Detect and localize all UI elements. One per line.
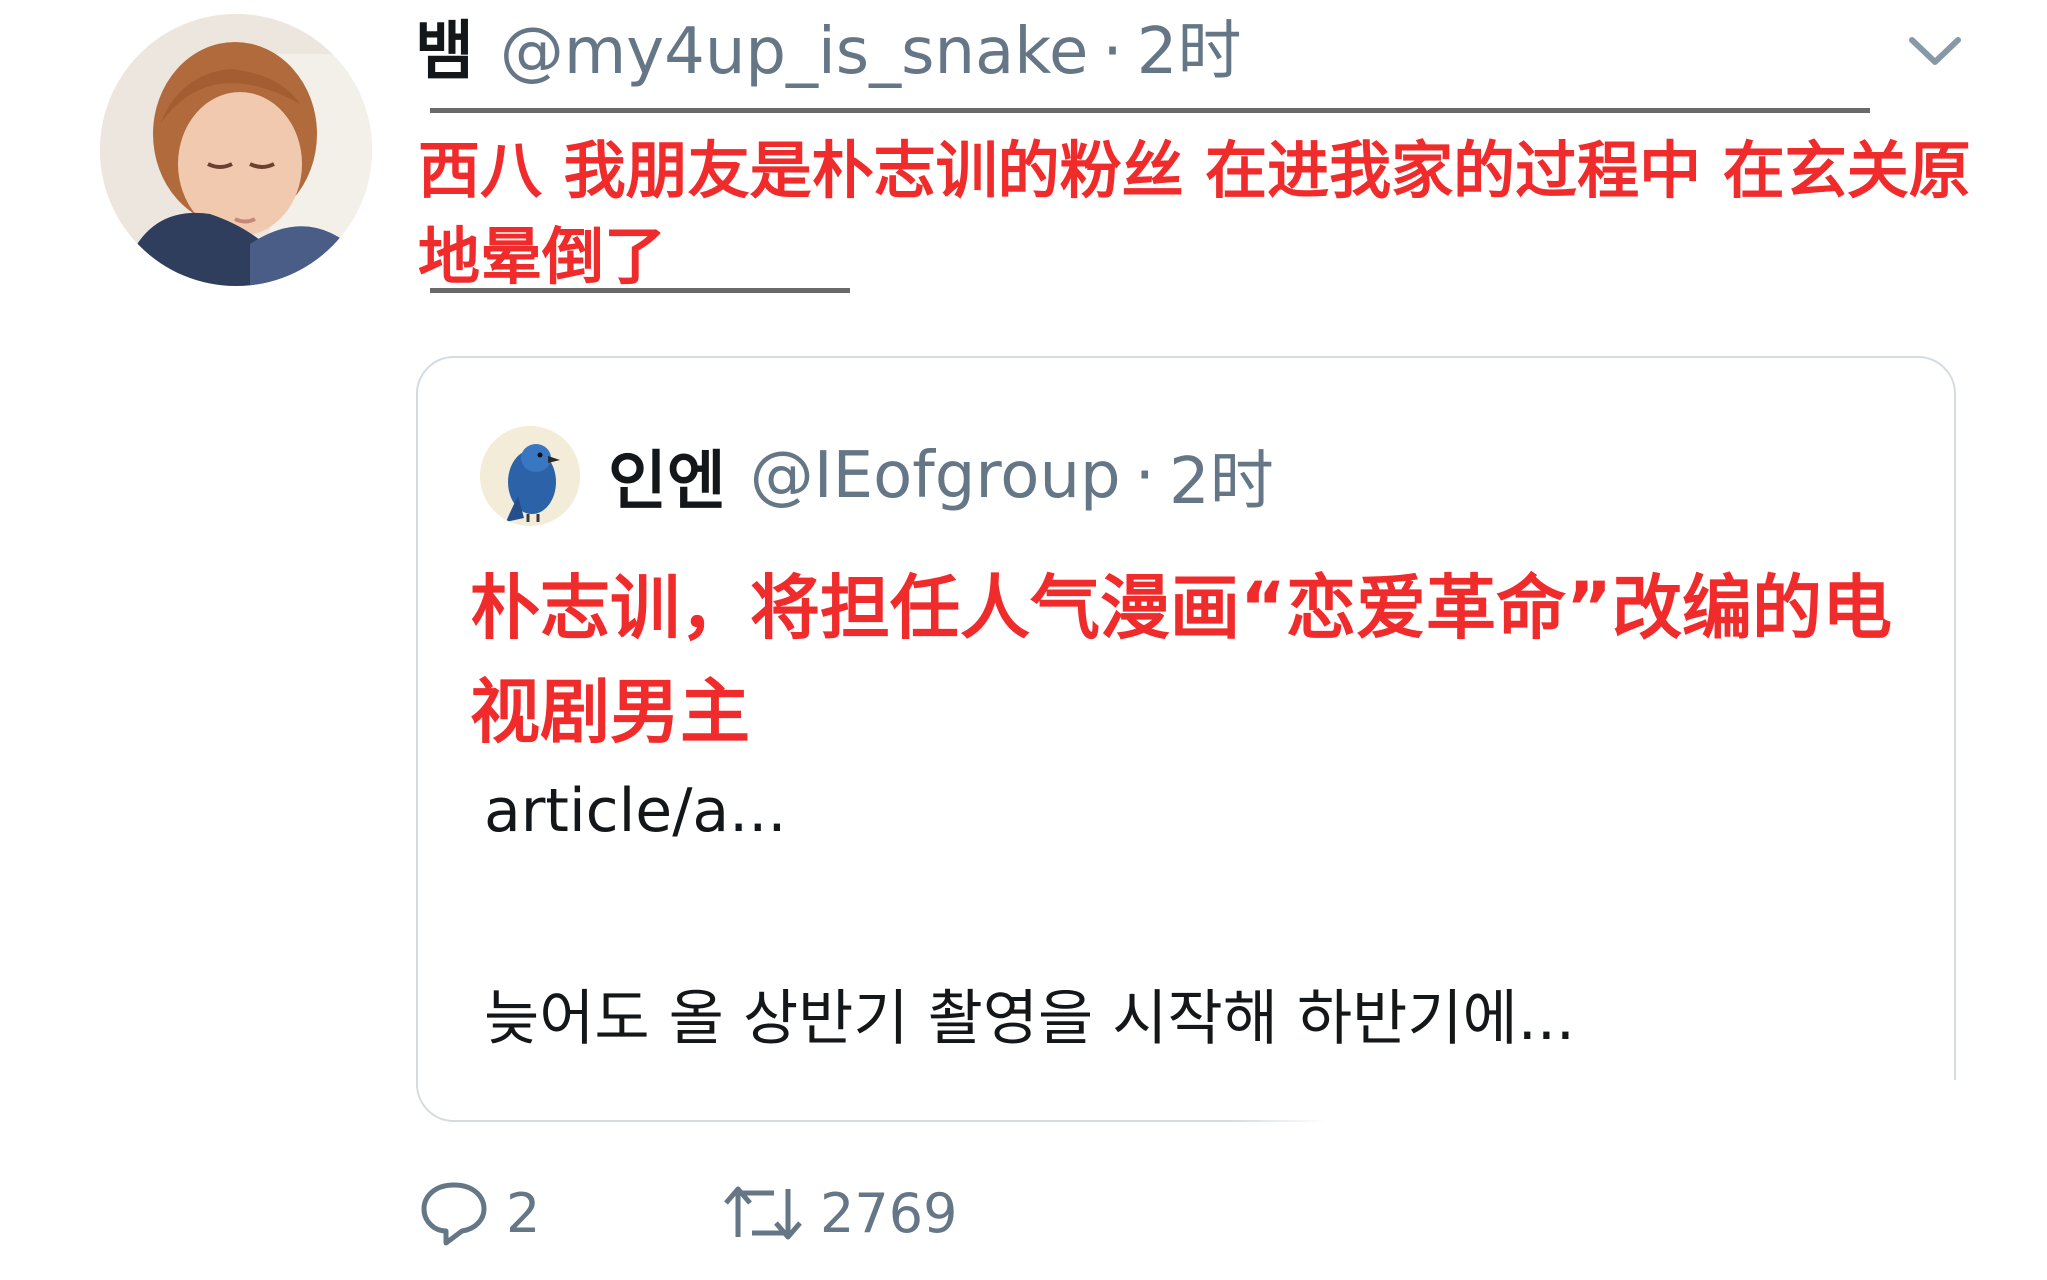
tweet-timestamp[interactable]: 2时 — [1137, 2, 1242, 102]
retweet-icon — [724, 1186, 802, 1240]
covered-text-line — [430, 108, 1870, 113]
tweet-menu-button[interactable] — [1900, 16, 1970, 86]
retweet-button[interactable]: 2769 — [720, 1168, 957, 1258]
quoted-tweet-timestamp[interactable]: 2时 — [1169, 430, 1274, 522]
quoted-author-avatar[interactable] — [480, 426, 580, 526]
author-avatar[interactable] — [100, 14, 372, 286]
tweet-action-bar: 2 2769 — [416, 1168, 1976, 1258]
retweet-count: 2769 — [820, 1181, 958, 1245]
quoted-author-handle[interactable]: @IEofgroup — [750, 439, 1121, 513]
quoted-tweet-text: 늦어도 올 상반기 촬영을 시작해 하반기에... — [484, 984, 1575, 1054]
quoted-tweet-card[interactable]: 인엔 @IEofgroup · 2时 朴志训，将担任人气漫画“恋爱革命”改编的电… — [416, 356, 1956, 1122]
meta-separator: · — [1102, 15, 1123, 89]
quoted-tweet-header: 인엔 @IEofgroup · 2时 — [608, 422, 1274, 530]
reply-button[interactable]: 2 — [416, 1168, 540, 1258]
quoted-article-link[interactable]: article/a... — [484, 776, 786, 846]
overlay-caption: 西八 我朋友是朴志训的粉丝 在进我家的过程中 在玄关原地晕倒了 — [418, 134, 1971, 293]
quoted-overlay-caption: 朴志训，将担任人气漫画“恋爱革命”改编的电视剧男主 — [470, 567, 1893, 753]
chevron-down-icon — [1909, 37, 1961, 65]
profile-photo-icon — [100, 14, 372, 286]
author-display-name[interactable]: 뱀 — [415, 2, 474, 102]
tweet-header: 뱀 @my4up_is_snake · 2时 — [415, 2, 1241, 102]
quoted-meta-separator: · — [1134, 439, 1155, 513]
quoted-author-display-name[interactable]: 인엔 — [608, 430, 726, 522]
author-handle[interactable]: @my4up_is_snake — [500, 2, 1089, 102]
reply-icon — [421, 1182, 487, 1246]
reply-count: 2 — [506, 1181, 541, 1245]
blue-bird-avatar-icon — [480, 426, 580, 526]
tweet: 뱀 @my4up_is_snake · 2时 西八 我朋友是朴志训的粉丝 在进我… — [0, 0, 2047, 1280]
